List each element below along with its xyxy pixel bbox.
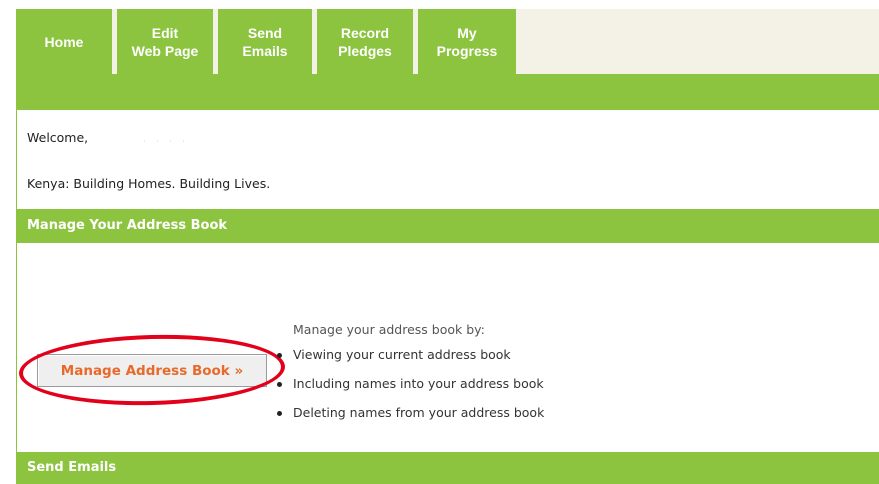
campaign-tagline: Kenya: Building Homes. Building Lives. [27, 176, 271, 191]
redacted-user-name: · · · · [143, 137, 189, 146]
tab-edit-web-page[interactable]: Edit Web Page [117, 9, 213, 74]
tab-edit-label-line2: Web Page [131, 42, 199, 59]
tab-pledges-label-line2: Pledges [338, 42, 392, 59]
content-panel: Welcome, · · · · Kenya: Building Homes. … [16, 110, 879, 484]
list-item: Deleting names from your address book [273, 404, 544, 433]
bullet-icon [277, 411, 282, 416]
list-item-text: Viewing your current address book [293, 347, 511, 362]
tab-progress-label-line2: Progress [436, 42, 498, 59]
tab-home-label: Home [44, 33, 84, 50]
bullet-icon [277, 353, 282, 358]
nav-sub-bar [16, 74, 879, 110]
address-book-intro: Manage your address book by: [293, 322, 485, 337]
manage-address-book-button[interactable]: Manage Address Book » [37, 354, 267, 387]
list-item: Viewing your current address book [273, 346, 544, 375]
tab-record-pledges[interactable]: Record Pledges [317, 9, 413, 74]
list-item-text: Including names into your address book [293, 376, 544, 391]
tab-send-emails[interactable]: Send Emails [218, 9, 312, 74]
welcome-label: Welcome, [27, 130, 89, 145]
tab-progress-label-line1: My [457, 24, 477, 41]
address-book-options-list: Viewing your current address book Includ… [273, 346, 544, 433]
tab-edit-label-line1: Edit [151, 24, 179, 41]
tab-send-label-line1: Send [247, 24, 283, 41]
section-header-address-book: Manage Your Address Book [16, 209, 879, 243]
tab-send-label-line2: Emails [242, 42, 288, 59]
bullet-icon [277, 382, 282, 387]
section-header-send-emails: Send Emails [16, 452, 879, 484]
tab-my-progress[interactable]: My Progress [418, 9, 516, 74]
tab-home[interactable]: Home [16, 9, 112, 74]
list-item-text: Deleting names from your address book [293, 405, 545, 420]
page: Home Edit Web Page Send Emails Record Pl… [0, 0, 879, 484]
list-item: Including names into your address book [273, 375, 544, 404]
tab-pledges-label-line1: Record [340, 24, 390, 41]
